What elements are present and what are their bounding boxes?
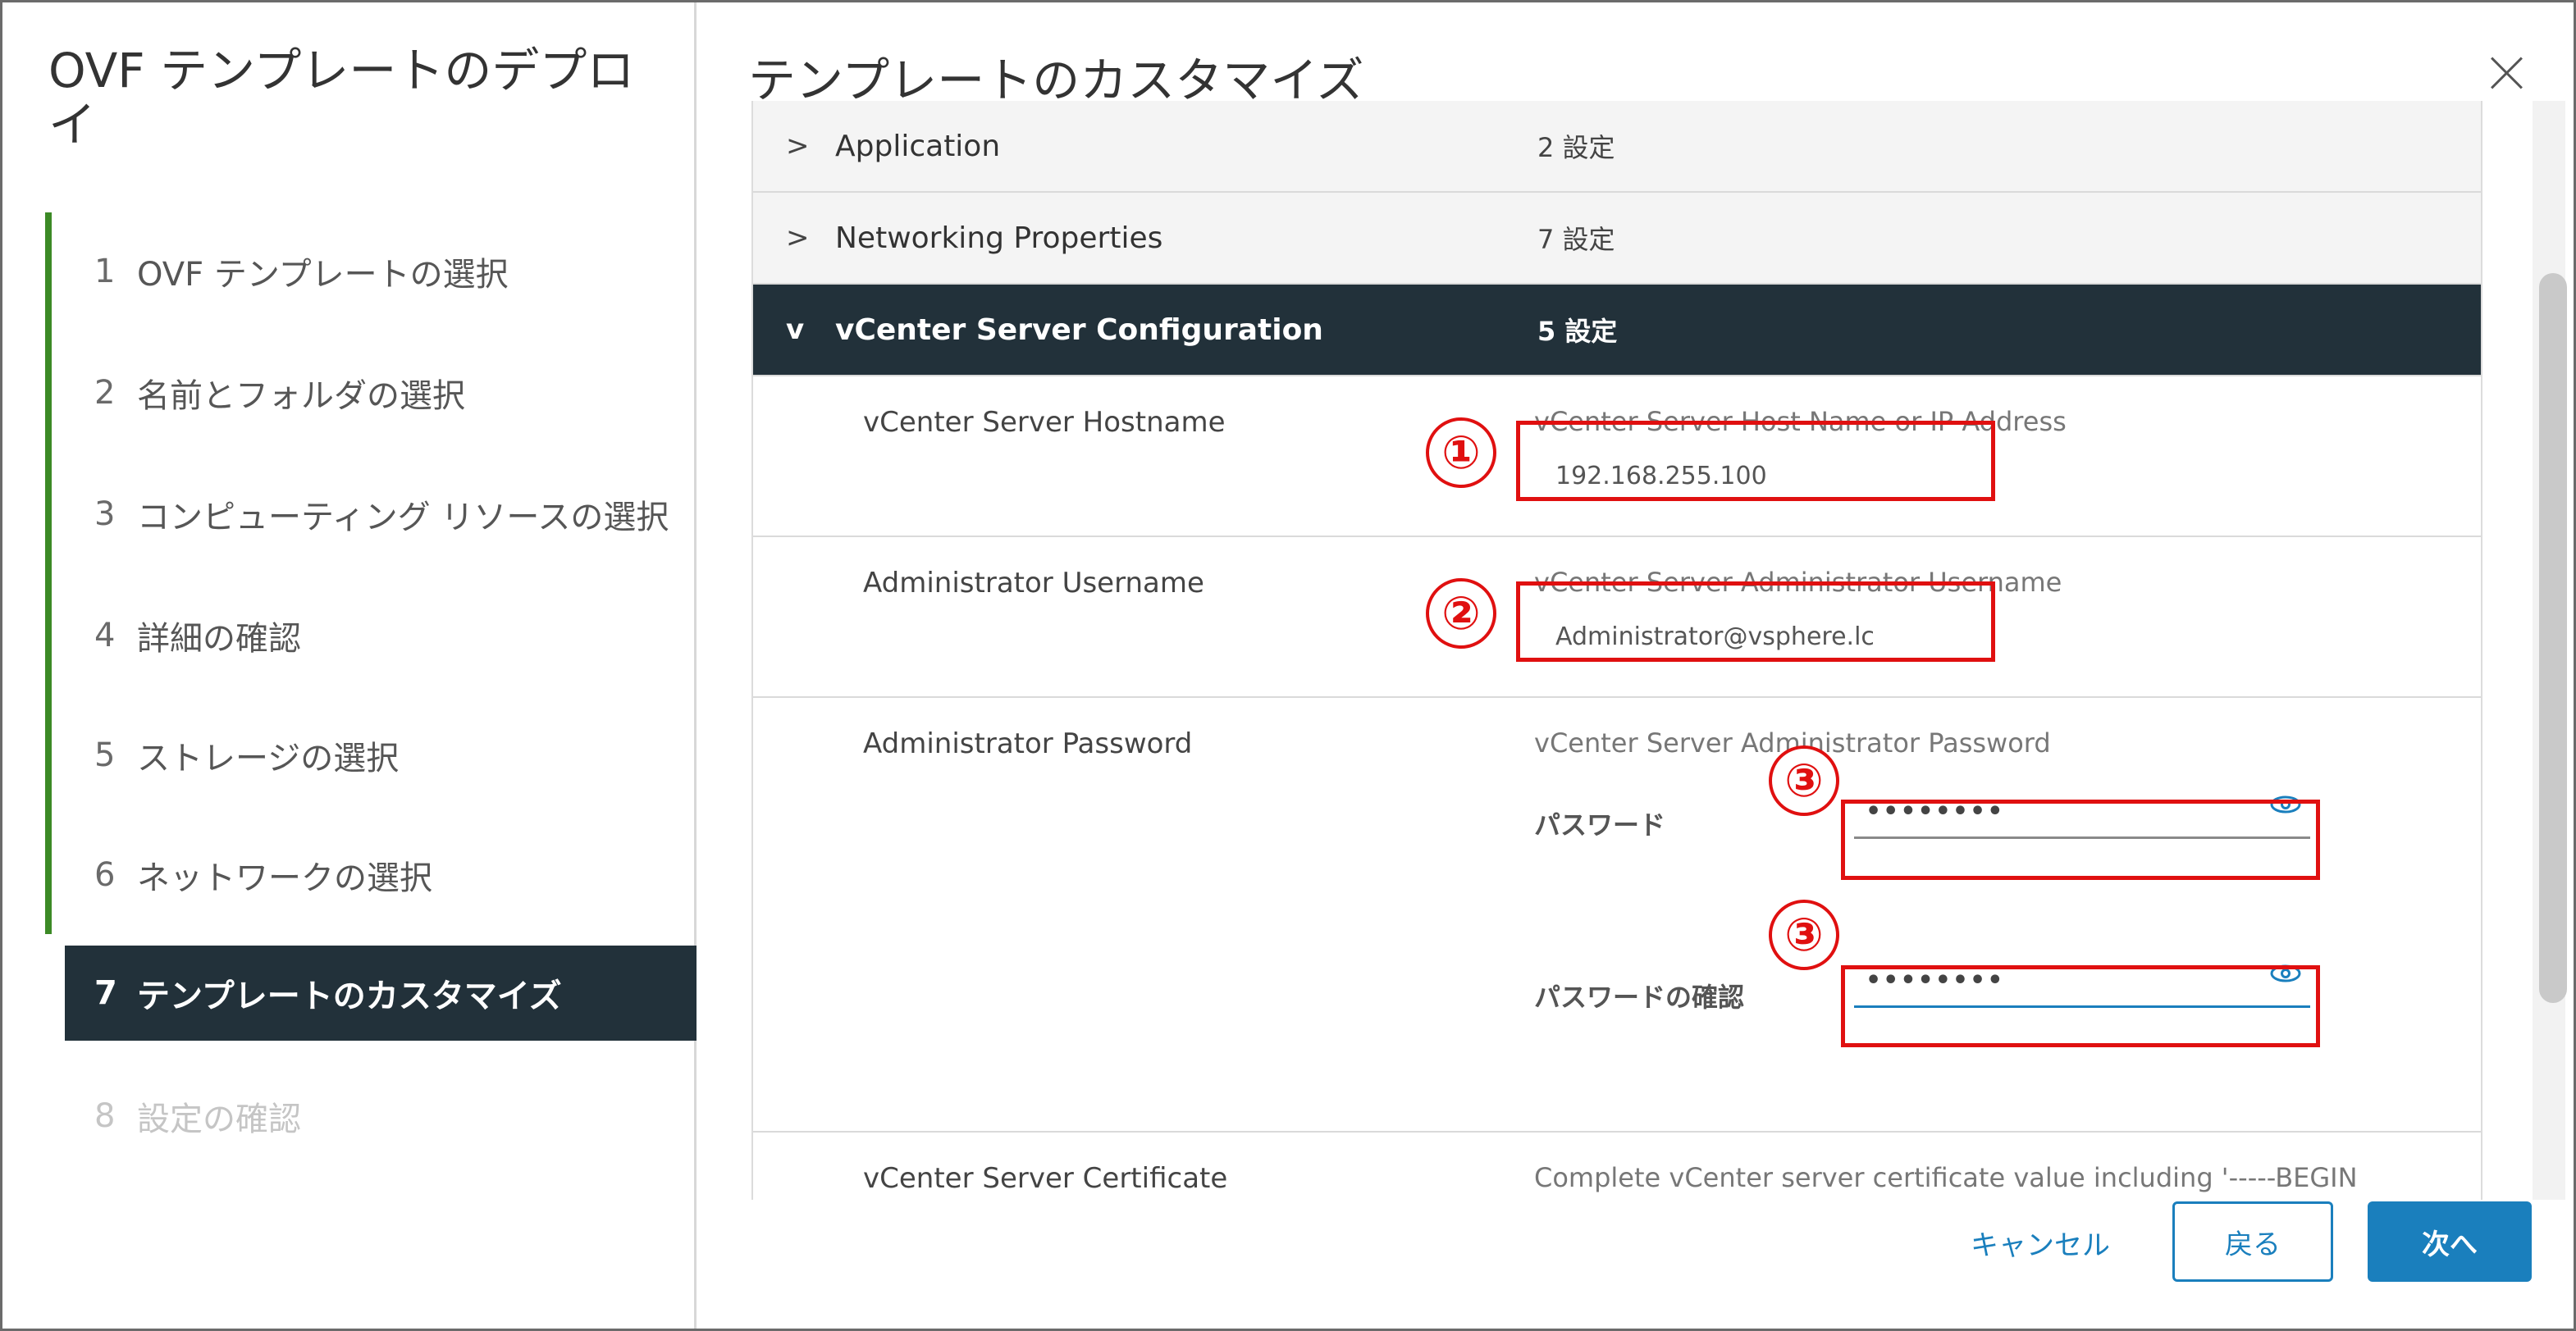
back-button[interactable]: 戻る	[2172, 1201, 2333, 1282]
prop-label: vCenter Server Hostname	[863, 406, 1226, 439]
step-label: 詳細の確認	[137, 620, 301, 658]
prop-desc: Complete vCenter server certificate valu…	[1534, 1162, 2358, 1193]
chevron-right-icon: >	[786, 130, 810, 162]
close-icon[interactable]	[2490, 57, 2523, 89]
step-number: 3	[94, 495, 116, 533]
group-application[interactable]: > Application 2 設定	[753, 101, 2481, 193]
step-label: テンプレートのカスタマイズ	[137, 978, 562, 1015]
step-1[interactable]: 1 OVF テンプレートの選択	[55, 224, 509, 319]
step-number: 1	[94, 253, 116, 290]
group-name: vCenter Server Configuration	[835, 312, 1323, 347]
step-3[interactable]: 3 コンピューティング リソースの選択	[55, 467, 669, 562]
step-4[interactable]: 4 詳細の確認	[55, 588, 301, 683]
step-label: ストレージの選択	[137, 740, 400, 777]
annotation-marker-2: ②	[1426, 578, 1496, 649]
cancel-button[interactable]: キャンセル	[1971, 1223, 2110, 1263]
step-number: 2	[94, 374, 116, 412]
step-label: OVF テンプレートの選択	[137, 256, 509, 294]
confirm-password-label: パスワードの確認	[1534, 982, 1745, 1013]
group-networking-properties[interactable]: > Networking Properties 7 設定	[753, 193, 2481, 285]
chevron-right-icon: >	[786, 221, 810, 254]
password-label: パスワード	[1534, 809, 1666, 841]
annotation-box-username	[1516, 581, 1995, 662]
annotation-marker-3: ③	[1769, 745, 1839, 816]
chevron-down-icon: v	[786, 313, 805, 346]
annotation-marker-1: ①	[1426, 417, 1496, 488]
next-button[interactable]: 次へ	[2368, 1201, 2532, 1282]
annotation-box-confirm-password	[1841, 965, 2320, 1047]
step-number: 4	[94, 617, 116, 654]
step-label: コンピューティング リソースの選択	[137, 499, 669, 536]
step-number: 7	[94, 974, 117, 1012]
prop-label: Administrator Username	[863, 567, 1204, 599]
step-2[interactable]: 2 名前とフォルダの選択	[55, 345, 465, 440]
scrollbar-thumb[interactable]	[2539, 273, 2567, 1003]
group-count: 2 設定	[1537, 132, 1615, 163]
group-name: Application	[835, 129, 1001, 163]
step-8: 8 設定の確認	[55, 1069, 301, 1164]
prop-password: Administrator Password vCenter Server Ad…	[753, 698, 2481, 1133]
step-7-active[interactable]: 7 テンプレートのカスタマイズ	[65, 946, 697, 1041]
group-vcenter-server-configuration[interactable]: v vCenter Server Configuration 5 設定	[753, 285, 2481, 376]
step-label: ネットワークの選択	[137, 859, 432, 897]
prop-label: Administrator Password	[863, 727, 1193, 760]
annotation-box-password	[1841, 800, 2320, 880]
annotation-box-hostname	[1516, 421, 1995, 501]
step-label: 名前とフォルダの選択	[137, 377, 465, 415]
step-number: 8	[94, 1097, 116, 1135]
annotation-marker-3b: ③	[1769, 900, 1839, 970]
prop-certificate: vCenter Server Certificate Complete vCen…	[753, 1133, 2481, 1200]
wizard-title: OVF テンプレートのデプロイ	[48, 43, 635, 153]
step-number: 5	[94, 736, 116, 774]
main-panel: テンプレートのカスタマイズ > Application 2 設定 > Netwo…	[699, 2, 2574, 1329]
wizard-sidebar: OVF テンプレートのデプロイ 1 OVF テンプレートの選択 2 名前とフォル…	[2, 2, 697, 1329]
group-name: Networking Properties	[835, 221, 1163, 255]
prop-label: vCenter Server Certificate	[863, 1162, 1228, 1195]
step-label: 設定の確認	[137, 1101, 301, 1138]
step-number: 6	[94, 856, 116, 894]
step-5[interactable]: 5 ストレージの選択	[55, 708, 399, 803]
group-count: 5 設定	[1537, 316, 1618, 347]
group-count: 7 設定	[1537, 224, 1615, 255]
step-progress-rail	[45, 212, 52, 934]
step-6[interactable]: 6 ネットワークの選択	[55, 827, 432, 923]
